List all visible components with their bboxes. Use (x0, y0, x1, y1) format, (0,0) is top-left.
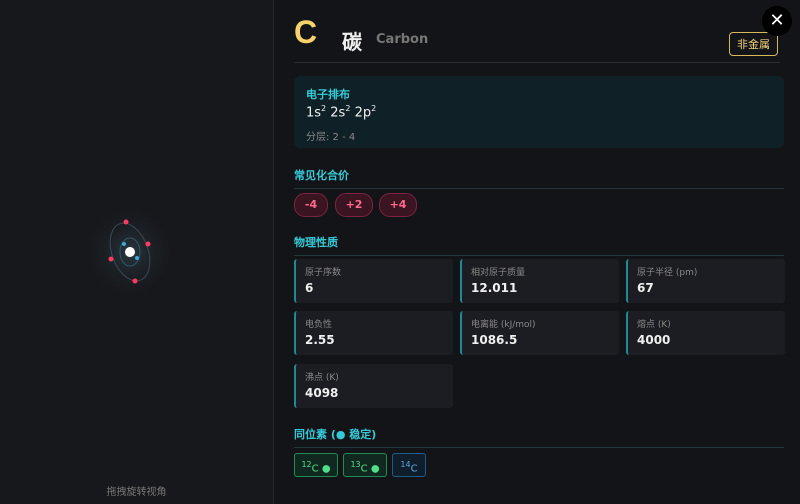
property-value: 67 (637, 281, 654, 295)
electron (135, 256, 139, 260)
property-card: 电负性 2.55 (294, 311, 453, 355)
atom-viewer[interactable]: 拖拽旋转视角 (0, 0, 274, 504)
isotope-badge[interactable]: 14C (392, 453, 426, 477)
oxidation-state: +4 (379, 193, 417, 217)
element-detail-panel: C 碳 Carbon 非金属 电子排布 1s2 2s2 2p2 分层: 2 - … (274, 0, 800, 504)
electron (145, 241, 151, 247)
property-card: 原子序数 6 (294, 259, 453, 303)
isotope-section-title: 同位素 (● 稳定) (294, 426, 784, 448)
electron-config-card: 电子排布 1s2 2s2 2p2 分层: 2 - 4 (294, 76, 784, 148)
property-label: 原子半径 (pm) (637, 268, 698, 278)
element-symbol: C (294, 14, 318, 50)
property-value: 4000 (637, 333, 671, 347)
oxidation-state: -4 (294, 193, 328, 217)
oxidation-state: +2 (335, 193, 373, 217)
property-value: 2.55 (305, 333, 335, 347)
electron-config-title: 电子排布 (306, 88, 350, 101)
electron (132, 278, 138, 284)
element-name-en: Carbon (376, 32, 429, 47)
isotope-badge[interactable]: 12C ● (294, 453, 338, 477)
electron (108, 256, 114, 262)
property-label: 电离能 (kJ/mol) (471, 320, 536, 330)
property-label: 沸点 (K) (305, 373, 339, 383)
property-label: 电负性 (305, 320, 333, 330)
property-value: 1086.5 (471, 333, 518, 347)
property-value: 12.011 (471, 281, 518, 295)
element-header: C 碳 Carbon 非金属 (294, 14, 780, 63)
nucleus (125, 247, 135, 257)
electron-config-value: 1s2 2s2 2p2 (306, 104, 377, 121)
property-card: 沸点 (K) 4098 (294, 364, 453, 408)
oxidation-section-title: 常见化合价 (294, 167, 784, 189)
electron (123, 219, 129, 225)
property-card: 相对原子质量 12.011 (460, 259, 619, 303)
element-name-cn: 碳 (342, 30, 362, 54)
property-value: 6 (305, 281, 314, 295)
category-badge: 非金属 (729, 32, 778, 56)
property-label: 原子序数 (305, 268, 342, 278)
property-label: 熔点 (K) (637, 320, 671, 330)
property-value: 4098 (305, 386, 339, 400)
rotate-hint: 拖拽旋转视角 (106, 487, 167, 498)
close-icon: ✕ (769, 10, 785, 31)
close-button[interactable]: ✕ (762, 6, 792, 36)
property-label: 相对原子质量 (471, 268, 526, 278)
property-card: 原子半径 (pm) 67 (626, 259, 785, 303)
shells-label: 分层: 2 - 4 (306, 132, 356, 143)
physical-section-title: 物理性质 (294, 234, 784, 256)
property-card: 熔点 (K) 4000 (626, 311, 785, 355)
isotope-badge[interactable]: 13C ● (343, 453, 387, 477)
atom-model[interactable] (0, 0, 273, 504)
property-card: 电离能 (kJ/mol) 1086.5 (460, 311, 619, 355)
electron (122, 242, 126, 246)
